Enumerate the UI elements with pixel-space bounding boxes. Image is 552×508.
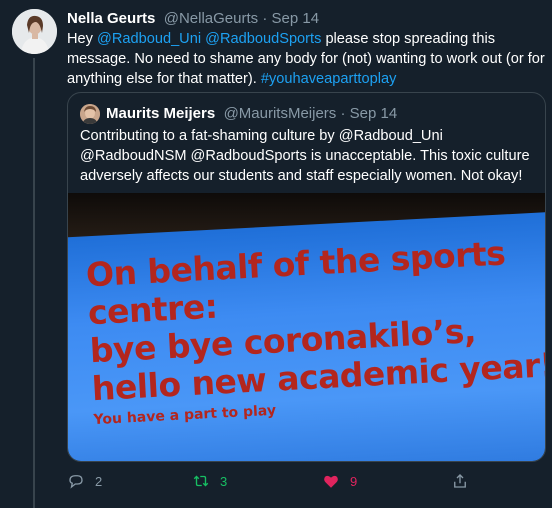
- quoted-tweet[interactable]: Maurits Meijers @MauritsMeijers · Sep 14…: [67, 92, 546, 462]
- action-bar: 2 3 9: [67, 469, 507, 493]
- like-count: 9: [350, 473, 358, 489]
- reply-icon: [69, 475, 83, 489]
- share-icon: [454, 474, 466, 488]
- retweet-icon: [193, 475, 209, 487]
- share-button[interactable]: [451, 469, 479, 493]
- retweet-count: 3: [220, 473, 228, 489]
- quoted-text: Contributing to a fat-shaming culture by…: [80, 128, 530, 184]
- quoted-author-handle: @MauritsMeijers: [223, 105, 337, 122]
- tweet-header: Nella Geurts @NellaGeurts · Sep 14: [67, 9, 319, 29]
- hashtag-link[interactable]: #youhaveaparttoplay: [261, 71, 397, 87]
- like-button[interactable]: 9: [322, 469, 357, 493]
- reply-count: 2: [95, 473, 103, 489]
- separator: ·: [258, 10, 272, 27]
- retweet-button[interactable]: 3: [192, 469, 227, 493]
- reply-button[interactable]: 2: [67, 469, 102, 493]
- text-part: Hey: [67, 31, 98, 47]
- mention-radboud-uni[interactable]: @Radboud_Uni: [97, 31, 201, 47]
- author-handle: @NellaGeurts: [163, 10, 259, 27]
- tweet[interactable]: Nella Geurts @NellaGeurts · Sep 14 Hey @…: [0, 0, 552, 508]
- quoted-date: Sep 14: [349, 105, 398, 122]
- avatar[interactable]: [12, 9, 57, 54]
- quoted-avatar: [80, 104, 100, 124]
- photo-screen: On behalf of the sports centre: bye bye …: [68, 210, 545, 461]
- thread-line: [33, 58, 35, 508]
- mention-radboud-sports[interactable]: @RadboudSports: [205, 31, 321, 47]
- quoted-author-name: Maurits Meijers: [106, 105, 216, 122]
- quoted-photo[interactable]: On behalf of the sports centre: bye bye …: [68, 193, 545, 461]
- tweet-date[interactable]: Sep 14: [272, 10, 320, 27]
- sign-text: On behalf of the sports centre: bye bye …: [85, 232, 545, 408]
- quoted-header: Maurits Meijers @MauritsMeijers · Sep 14: [106, 104, 397, 124]
- separator: ·: [336, 105, 350, 122]
- author-name[interactable]: Nella Geurts: [67, 10, 155, 27]
- heart-icon: [324, 475, 338, 488]
- tweet-text: Hey @Radboud_Uni @RadboudSports please s…: [67, 29, 545, 89]
